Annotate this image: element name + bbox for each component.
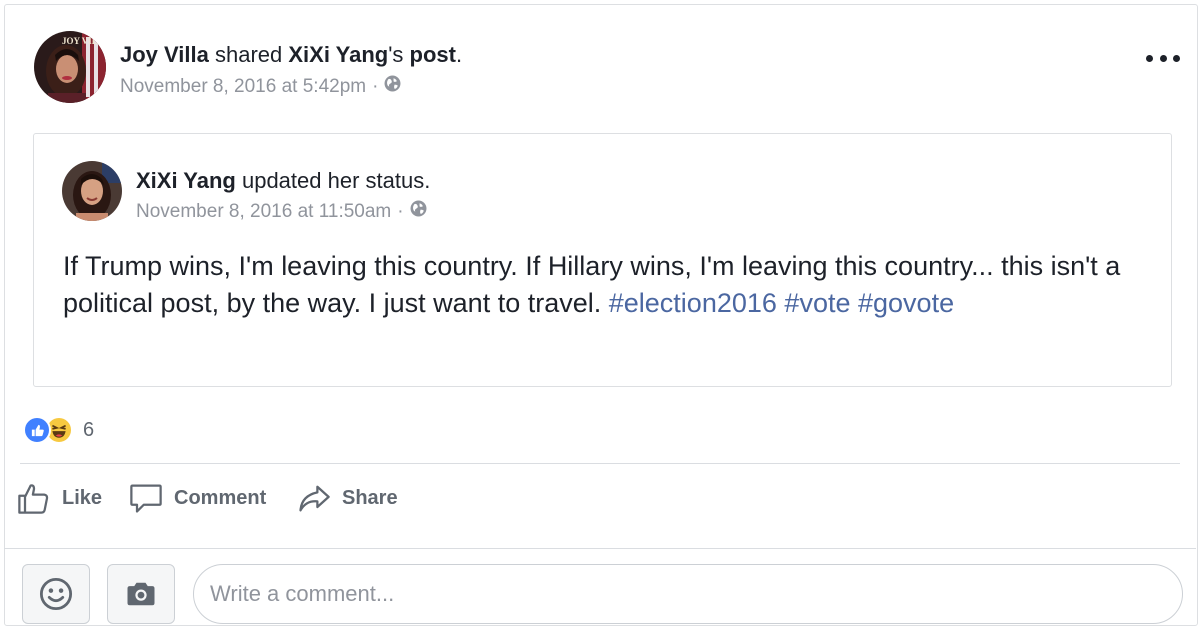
action-text: shared bbox=[208, 42, 289, 67]
author-name-link[interactable]: Joy Villa bbox=[120, 42, 209, 67]
reaction-summary[interactable]: 6 bbox=[23, 416, 94, 444]
like-label: Like bbox=[62, 486, 103, 509]
actions-divider-top bbox=[20, 463, 1180, 464]
meta-separator: · bbox=[397, 200, 404, 222]
share-icon bbox=[299, 485, 330, 512]
shared-post-header: XiXi Yang updated her status. bbox=[136, 168, 430, 194]
like-reaction-icon bbox=[23, 416, 51, 444]
post-timestamp[interactable]: November 8, 2016 at 5:42pm bbox=[120, 76, 366, 98]
period-text: . bbox=[456, 42, 463, 67]
avatar-logo-text: JOY VILLA bbox=[62, 36, 106, 46]
meta-separator: · bbox=[372, 75, 379, 97]
hashtag-link[interactable]: #vote bbox=[784, 288, 850, 318]
author-avatar[interactable]: JOY VILLA bbox=[34, 31, 106, 103]
comment-input[interactable] bbox=[193, 564, 1183, 624]
like-icon bbox=[18, 484, 49, 514]
shared-from-link[interactable]: XiXi Yang bbox=[288, 42, 388, 67]
dot bbox=[1146, 54, 1153, 62]
shared-action-text: updated her status. bbox=[235, 168, 431, 193]
hashtag-link[interactable]: #election2016 bbox=[609, 288, 777, 318]
shared-post[interactable]: XiXi Yang updated her status. November 8… bbox=[33, 133, 1172, 387]
status-text: If Trump wins, I'm leaving this country.… bbox=[63, 248, 1143, 322]
hashtag-link[interactable]: #govote bbox=[858, 288, 954, 318]
globe-icon[interactable] bbox=[384, 75, 401, 98]
dot bbox=[1173, 54, 1180, 62]
smiley-icon bbox=[39, 577, 73, 611]
share-label: Share bbox=[342, 486, 398, 509]
original-post-link[interactable]: post bbox=[410, 42, 456, 67]
reaction-count[interactable]: 6 bbox=[83, 419, 94, 442]
comment-button[interactable]: Comment bbox=[128, 478, 266, 518]
like-button[interactable]: Like bbox=[16, 478, 102, 518]
status-body: If Trump wins, I'm leaving this country.… bbox=[63, 251, 1121, 318]
share-button[interactable]: Share bbox=[296, 478, 398, 518]
shared-author-avatar[interactable] bbox=[62, 161, 122, 221]
actions-divider-bottom bbox=[4, 548, 1196, 549]
globe-icon[interactable] bbox=[410, 200, 427, 223]
possessive-text: 's bbox=[388, 42, 410, 67]
shared-post-timestamp[interactable]: November 8, 2016 at 11:50am bbox=[136, 201, 391, 223]
post-meta: November 8, 2016 at 5:42pm · bbox=[120, 75, 401, 98]
camera-button[interactable] bbox=[107, 564, 175, 624]
shared-post-meta: November 8, 2016 at 11:50am · bbox=[136, 200, 427, 223]
shared-author-avatar-image bbox=[62, 161, 122, 221]
comment-label: Comment bbox=[174, 486, 267, 509]
camera-icon bbox=[127, 582, 155, 606]
dot bbox=[1159, 54, 1167, 62]
more-options-icon[interactable] bbox=[1146, 46, 1180, 70]
post-header: Joy Villa shared XiXi Yang's post. bbox=[120, 42, 462, 68]
comment-icon bbox=[130, 484, 162, 513]
shared-author-name-link[interactable]: XiXi Yang bbox=[136, 168, 236, 193]
emoji-button[interactable] bbox=[22, 564, 90, 624]
